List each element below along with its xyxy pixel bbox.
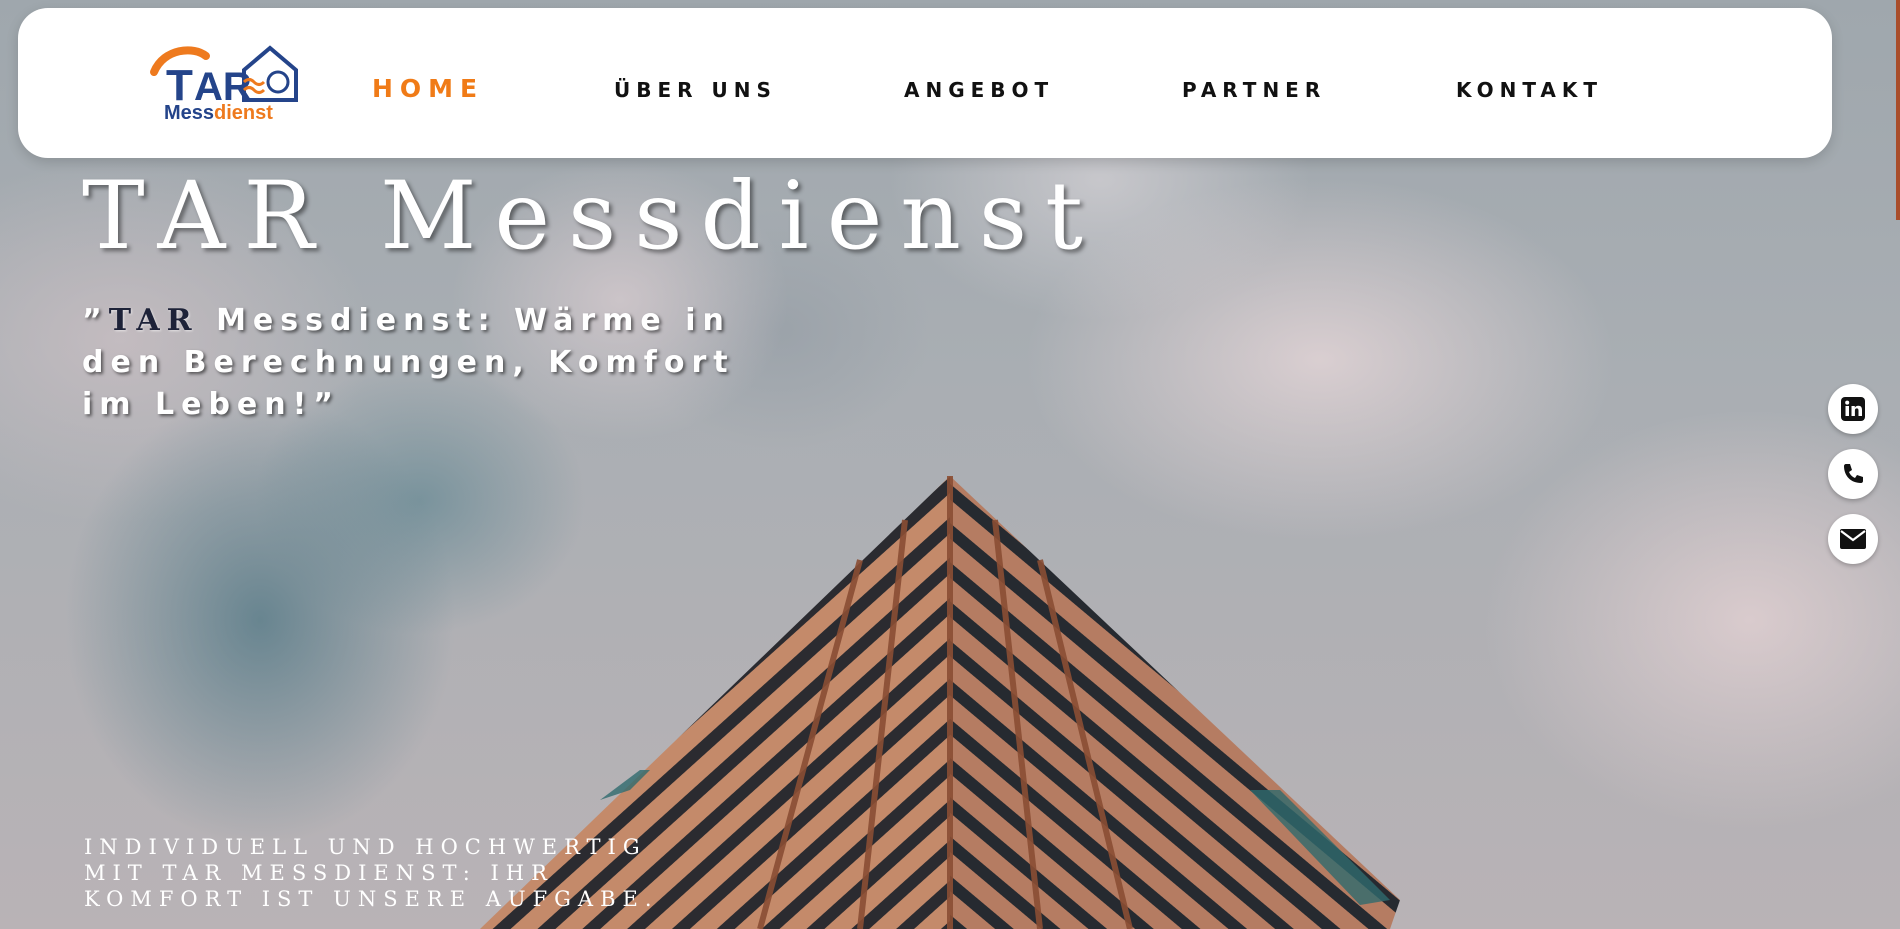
slogan-brand: TAR (108, 303, 199, 338)
edge-accent (1896, 0, 1900, 220)
nav-ueber-uns[interactable]: ÜBER UNS (614, 78, 777, 102)
linkedin-icon (1841, 397, 1865, 421)
linkedin-button[interactable] (1828, 384, 1878, 434)
nav-partner[interactable]: PARTNER (1182, 78, 1326, 102)
hero-tagline: Individuell und hochwertig mit TAR Messd… (84, 835, 659, 911)
phone-icon (1844, 464, 1863, 483)
hero-section: T AR Messdienst HOME ÜBER UNS ANGEBOT PA… (0, 0, 1900, 929)
svg-text:T: T (166, 61, 193, 108)
nav-home[interactable]: HOME (372, 74, 484, 103)
hero-slogan: ”TAR Messdienst: Wärme in den Berechnung… (82, 303, 735, 422)
top-navigation-bar: T AR Messdienst HOME ÜBER UNS ANGEBOT PA… (18, 8, 1832, 158)
logo-mark-icon: T AR (150, 45, 298, 110)
nav-kontakt[interactable]: KONTAKT (1456, 78, 1603, 102)
nav-angebot[interactable]: ANGEBOT (904, 78, 1054, 102)
phone-button[interactable] (1828, 449, 1878, 499)
mail-button[interactable] (1828, 514, 1878, 564)
logo-wordmark: Messdienst (164, 102, 273, 124)
hero-title: TAR Messdienst (82, 162, 1101, 271)
mail-icon (1840, 529, 1866, 549)
company-logo[interactable]: T AR Messdienst (144, 42, 314, 126)
